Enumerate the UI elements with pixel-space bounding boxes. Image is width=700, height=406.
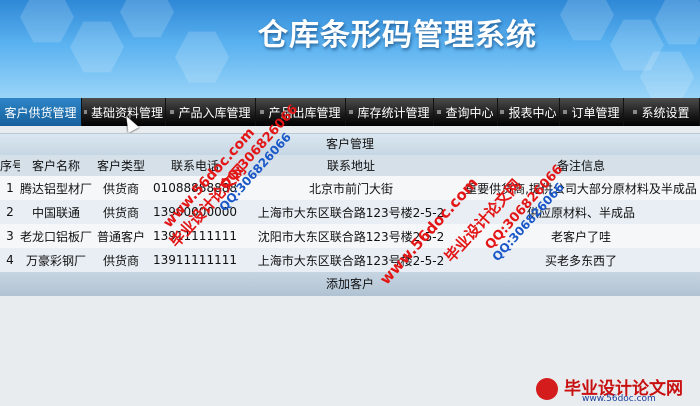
nav-reports[interactable]: 报表中心: [498, 98, 560, 126]
col-header-no: 序号: [0, 155, 20, 176]
table-row[interactable]: 4 万豪彩钢厂 供货商 13911111111 上海市大东区联合路123号楼2-…: [0, 248, 700, 272]
cell-no: 3: [0, 224, 20, 248]
cell-name: 万豪彩钢厂: [20, 248, 92, 272]
nav-bullet-icon: [500, 110, 505, 114]
cell-name: 老龙口铝板厂: [20, 224, 92, 248]
panel-title: 客户管理: [0, 133, 700, 155]
main-nav: 客户供货管理 基础资料管理 产品入库管理 产品出库管理 库存统计管理 查询中心 …: [0, 98, 700, 126]
nav-bullet-icon: [633, 110, 638, 114]
app-title: 仓库条形码管理系统: [258, 18, 537, 53]
footer-logo: 毕业设计论文网 www.56doc.com: [530, 372, 700, 406]
customer-table: 序号 客户名称 客户类型 联系电话 联系地址 备注信息 1 腾达铝型材厂 供货商…: [0, 155, 700, 272]
cell-type: 供货商: [92, 248, 150, 272]
nav-customer-supply[interactable]: 客户供货管理: [0, 98, 82, 126]
col-header-name: 客户名称: [20, 155, 92, 176]
footer-url: www.56doc.com: [582, 394, 656, 404]
nav-label: 订单管理: [571, 105, 620, 120]
table-row[interactable]: 3 老龙口铝板厂 普通客户 13911111111 沈阳市大东区联合路123号楼…: [0, 224, 700, 248]
nav-label: 客户供货管理: [4, 105, 77, 120]
col-header-note: 备注信息: [462, 155, 700, 176]
cell-name: 腾达铝型材厂: [20, 176, 92, 200]
nav-bullet-icon: [437, 110, 442, 114]
cell-no: 4: [0, 248, 20, 272]
nav-bullet-icon: [84, 110, 87, 114]
nav-label: 系统设置: [641, 105, 690, 120]
table-row[interactable]: 2 中国联通 供货商 13900000000 上海市大东区联合路123号楼2-5…: [0, 200, 700, 224]
cell-type: 普通客户: [92, 224, 150, 248]
nav-bullet-icon: [349, 110, 354, 114]
cell-type: 供货商: [92, 200, 150, 224]
col-header-type: 客户类型: [92, 155, 150, 176]
nav-stock-stats[interactable]: 库存统计管理: [346, 98, 434, 126]
cell-phone: 13911111111: [150, 248, 240, 272]
cell-no: 1: [0, 176, 20, 200]
table-header-row: 序号 客户名称 客户类型 联系电话 联系地址 备注信息: [0, 155, 700, 176]
cell-no: 2: [0, 200, 20, 224]
header-banner: 仓库条形码管理系统: [0, 0, 700, 98]
nav-bullet-icon: [260, 110, 265, 114]
nav-label: 报表中心: [508, 105, 557, 120]
table-row[interactable]: 1 腾达铝型材厂 供货商 01088888888 北京市前门大街 重要供货商,提…: [0, 176, 700, 200]
nav-inbound[interactable]: 产品入库管理: [166, 98, 256, 126]
nav-query[interactable]: 查询中心: [434, 98, 498, 126]
customer-panel: 客户管理 序号 客户名称 客户类型 联系电话 联系地址 备注信息 1 腾达铝型材…: [0, 133, 700, 296]
logo-badge-icon: [536, 378, 558, 400]
nav-label: 产品入库管理: [178, 105, 251, 120]
cell-name: 中国联通: [20, 200, 92, 224]
cell-type: 供货商: [92, 176, 150, 200]
nav-bullet-icon: [170, 110, 175, 114]
nav-label: 库存统计管理: [357, 105, 430, 120]
cell-address: 上海市大东区联合路123号楼2-5-2: [240, 248, 462, 272]
nav-bullet-icon: [563, 110, 568, 114]
nav-settings[interactable]: 系统设置: [624, 98, 700, 126]
nav-label: 查询中心: [445, 105, 494, 120]
add-customer-button[interactable]: 添加客户: [0, 272, 700, 296]
cell-address: 北京市前门大街: [240, 176, 462, 200]
nav-orders[interactable]: 订单管理: [560, 98, 624, 126]
